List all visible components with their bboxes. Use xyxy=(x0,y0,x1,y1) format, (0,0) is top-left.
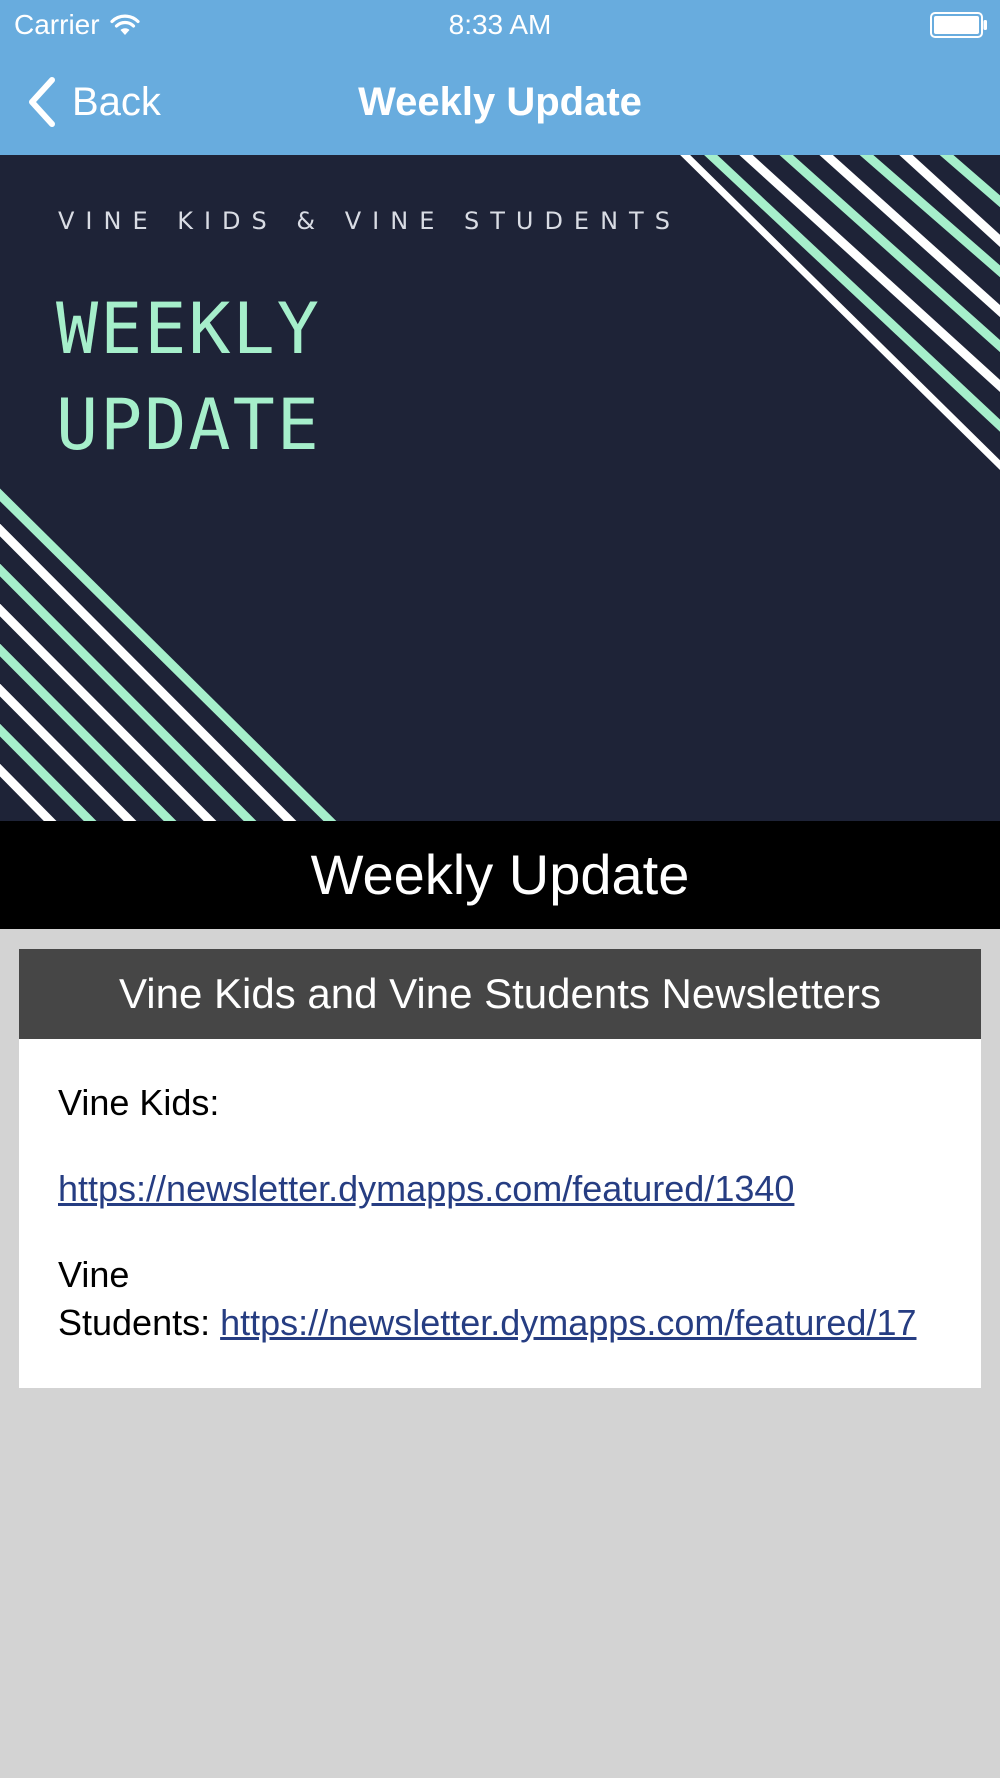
page-title: Weekly Update xyxy=(0,821,1000,929)
card-header: Vine Kids and Vine Students Newsletters xyxy=(19,949,981,1039)
status-time: 8:33 AM xyxy=(448,9,552,40)
chevron-left-icon xyxy=(29,77,55,127)
battery-icon xyxy=(930,12,987,38)
hero-subtitle: VINE KIDS & VINE STUDENTS xyxy=(58,207,681,235)
carrier-label: Carrier xyxy=(14,9,100,40)
vine-students-label-line1: Vine xyxy=(58,1254,130,1295)
decorative-stripes xyxy=(0,155,1000,821)
vine-kids-label: Vine Kids: xyxy=(58,1082,220,1123)
status-carrier: Carrier xyxy=(14,8,140,42)
back-label: Back xyxy=(72,80,161,124)
vine-kids-link-row: https://newsletter.dymapps.com/featured/… xyxy=(58,1167,794,1211)
navigation-bar: Carrier 8:33 AM Back Weekly Update xyxy=(0,0,1000,155)
nav-title: Weekly Update xyxy=(358,80,642,124)
hero-banner-image: VINE KIDS & VINE STUDENTS WEEKLY UPDATE xyxy=(0,155,1000,821)
hero-title-line: UPDATE xyxy=(56,384,321,466)
vine-kids-link[interactable]: https://newsletter.dymapps.com/featured/… xyxy=(58,1168,794,1209)
newsletter-card: Vine Kids and Vine Students Newsletters … xyxy=(19,949,981,1388)
vine-students-label: Students: xyxy=(58,1302,221,1343)
vine-students-link[interactable]: https://newsletter.dymapps.com/featured/… xyxy=(220,1302,916,1343)
wifi-icon xyxy=(109,14,140,35)
hero-title-line: WEEKLY xyxy=(56,288,321,370)
vine-students-row: Students: https://newsletter.dymapps.com… xyxy=(58,1301,916,1345)
hero-title: WEEKLY UPDATE xyxy=(56,281,321,473)
back-button[interactable]: Back xyxy=(26,74,161,130)
